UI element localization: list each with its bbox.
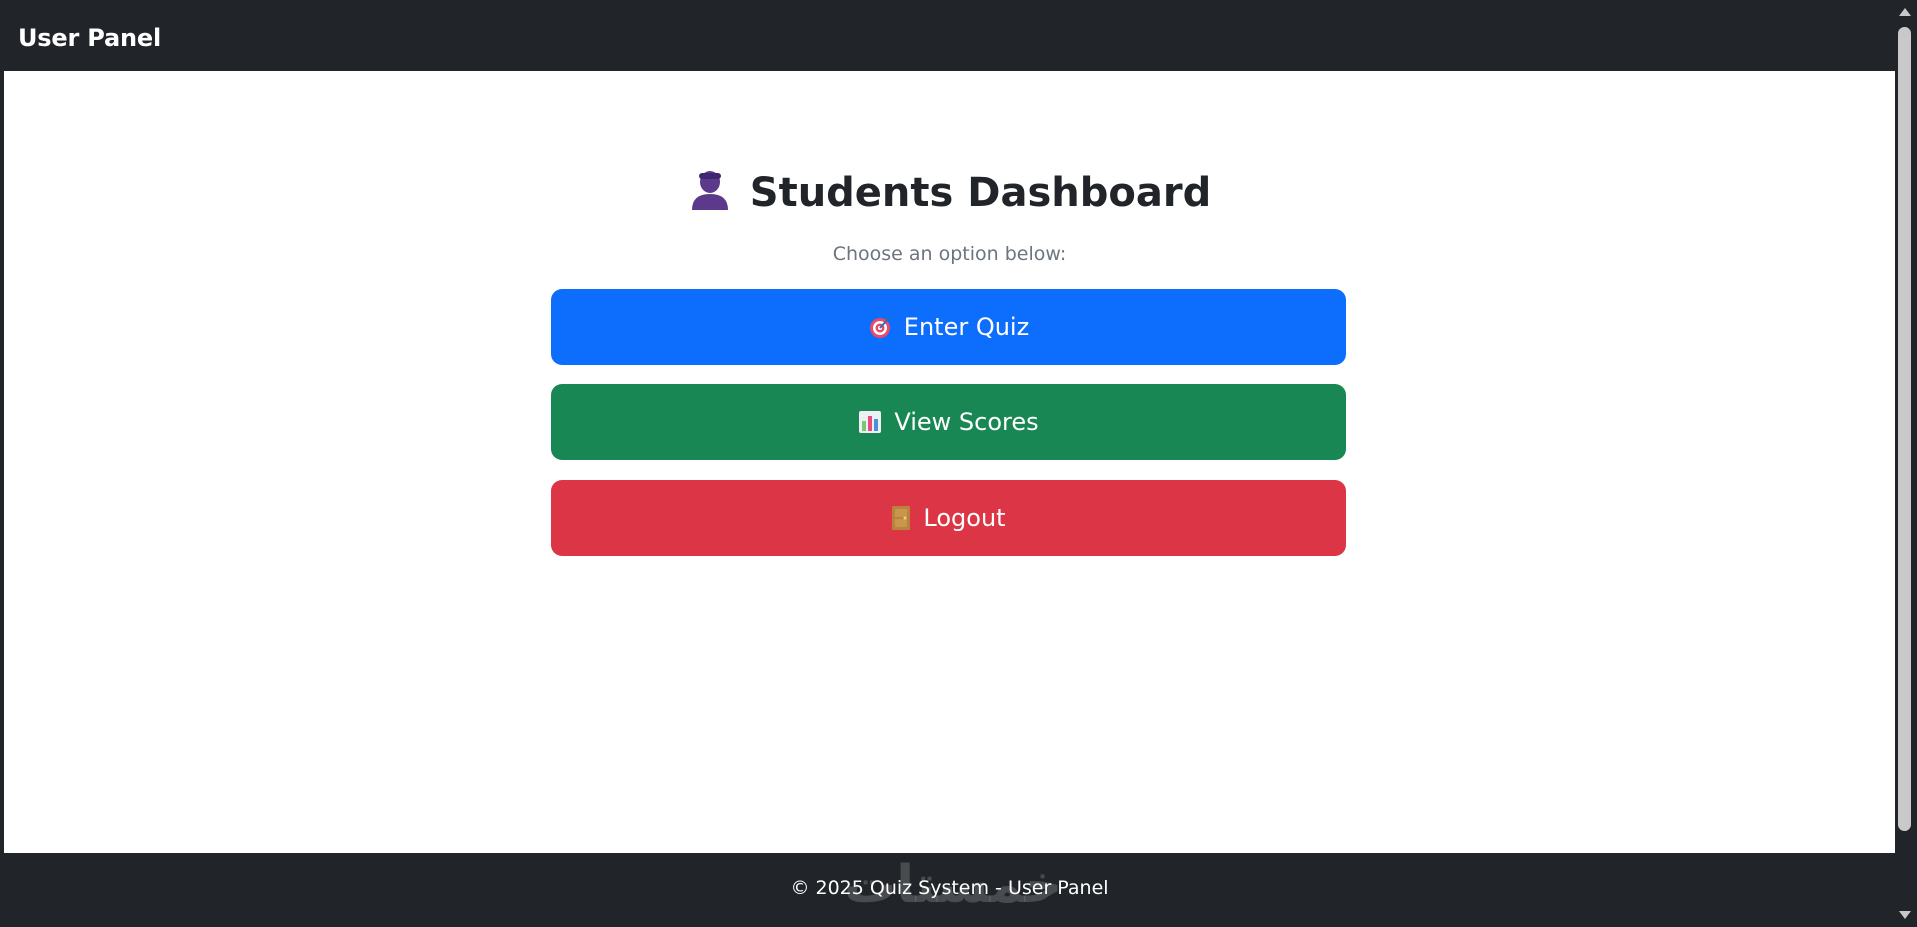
vertical-scrollbar[interactable] [1895, 2, 1915, 925]
view-scores-button[interactable]: View Scores [551, 384, 1346, 460]
enter-quiz-button[interactable]: Enter Quiz [551, 289, 1346, 365]
logout-label: Logout [923, 504, 1006, 532]
door-icon [891, 505, 911, 531]
footer-text: © 2025 Quiz System - User Panel [790, 877, 1109, 899]
page-title-text: Students Dashboard [749, 170, 1212, 216]
browser-frame: User Panel Students Dashboard Choose an … [0, 0, 1917, 927]
main-content: Students Dashboard Choose an option belo… [4, 71, 1895, 853]
scrollbar-thumb[interactable] [1898, 27, 1911, 831]
bar-chart-icon [858, 410, 882, 434]
footer: خمستات © 2025 Quiz System - User Panel [4, 853, 1895, 925]
enter-quiz-label: Enter Quiz [903, 313, 1030, 341]
logout-button[interactable]: Logout [551, 480, 1346, 556]
subtitle: Choose an option below: [832, 243, 1067, 265]
target-icon [868, 315, 892, 339]
navbar-brand[interactable]: User Panel [18, 24, 161, 52]
view-scores-label: View Scores [894, 408, 1039, 436]
navbar: User Panel [4, 2, 1895, 72]
scroll-down-arrow-icon[interactable] [1899, 911, 1911, 919]
scroll-up-arrow-icon[interactable] [1899, 8, 1911, 16]
student-icon [688, 166, 732, 220]
page-title: Students Dashboard [4, 166, 1895, 220]
